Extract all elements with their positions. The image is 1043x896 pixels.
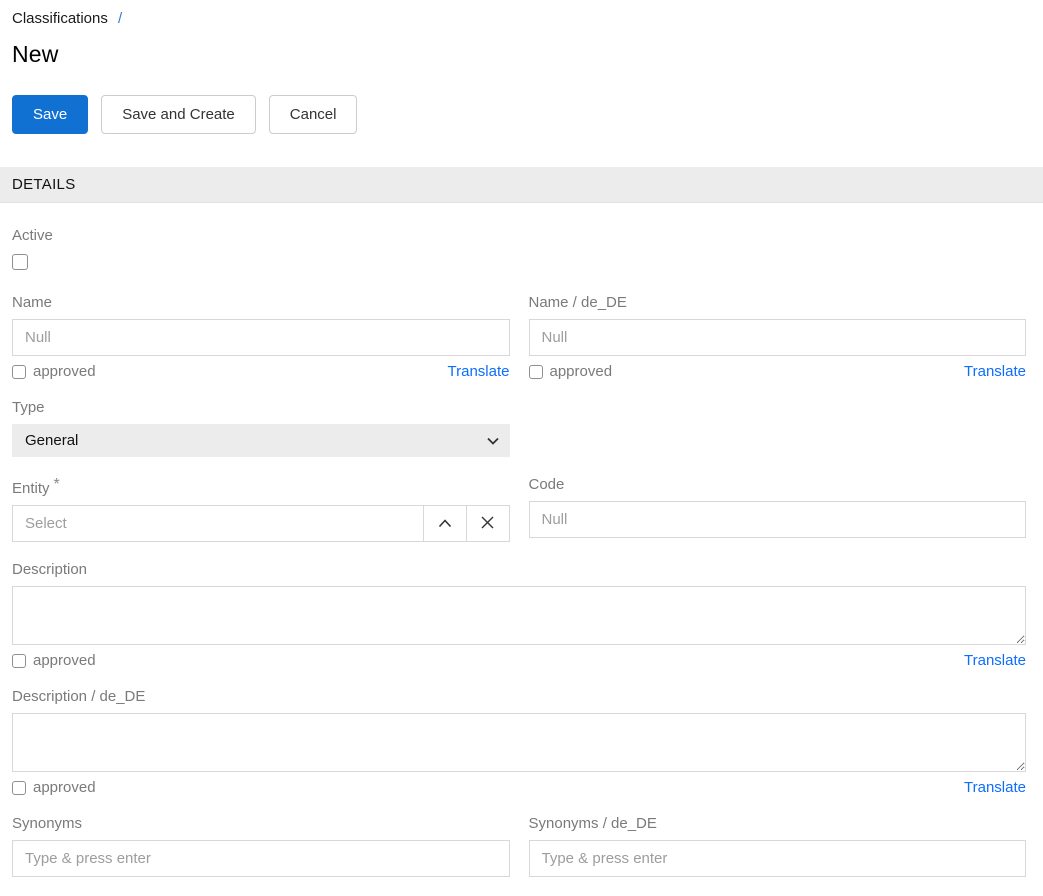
field-active: Active (12, 227, 1026, 275)
code-label: Code (529, 476, 1027, 493)
breadcrumb-separator: / (118, 10, 122, 27)
entity-input[interactable] (12, 505, 424, 542)
type-select[interactable]: General (12, 424, 510, 457)
synonyms-label: Synonyms (12, 815, 510, 832)
field-code: Code (529, 476, 1027, 542)
breadcrumb: Classifications / (12, 0, 1026, 27)
name-de-approved-checkbox[interactable] (529, 365, 543, 379)
active-label: Active (12, 227, 1026, 244)
code-input[interactable] (529, 501, 1027, 538)
description-de-approved-checkbox[interactable] (12, 781, 26, 795)
name-approved-checkbox[interactable] (12, 365, 26, 379)
description-label: Description (12, 561, 1026, 578)
name-de-input[interactable] (529, 319, 1027, 356)
name-de-approved-label: approved (550, 363, 613, 380)
description-textarea[interactable] (12, 586, 1026, 645)
name-translate-link[interactable]: Translate (448, 363, 510, 380)
close-icon (481, 516, 494, 532)
name-input[interactable] (12, 319, 510, 356)
save-button[interactable]: Save (12, 95, 88, 134)
action-buttons: Save Save and Create Cancel (12, 95, 1026, 134)
entity-label: Entity* (12, 476, 510, 497)
details-panel-header: DETAILS (0, 167, 1043, 203)
description-approved-checkbox[interactable] (12, 654, 26, 668)
name-approved-label: approved (33, 363, 96, 380)
entity-clear-button[interactable] (466, 505, 510, 542)
description-approved-label: approved (33, 652, 96, 669)
active-checkbox[interactable] (12, 254, 28, 270)
chevron-up-icon (438, 516, 452, 531)
save-and-create-button[interactable]: Save and Create (101, 95, 256, 134)
field-entity: Entity* (12, 476, 510, 542)
description-translate-link[interactable]: Translate (964, 652, 1026, 669)
description-de-approved-label: approved (33, 779, 96, 796)
synonyms-input[interactable] (12, 840, 510, 877)
synonyms-de-input[interactable] (529, 840, 1027, 877)
page-title: New (12, 41, 1026, 68)
cancel-button[interactable]: Cancel (269, 95, 358, 134)
field-description: Description approved Translate (12, 561, 1026, 669)
name-de-label: Name / de_DE (529, 294, 1027, 311)
field-synonyms: Synonyms (12, 815, 510, 877)
description-de-label: Description / de_DE (12, 688, 1026, 705)
required-marker: * (54, 476, 60, 493)
breadcrumb-classifications[interactable]: Classifications (12, 10, 108, 27)
field-name: Name approved Translate (12, 294, 510, 380)
description-de-textarea[interactable] (12, 713, 1026, 772)
field-synonyms-de: Synonyms / de_DE (529, 815, 1027, 877)
type-label: Type (12, 399, 510, 416)
entity-expand-button[interactable] (423, 505, 467, 542)
field-description-de: Description / de_DE approved Translate (12, 688, 1026, 796)
name-label: Name (12, 294, 510, 311)
name-de-translate-link[interactable]: Translate (964, 363, 1026, 380)
field-name-de: Name / de_DE approved Translate (529, 294, 1027, 380)
description-de-translate-link[interactable]: Translate (964, 779, 1026, 796)
field-type: Type General (12, 399, 510, 457)
synonyms-de-label: Synonyms / de_DE (529, 815, 1027, 832)
